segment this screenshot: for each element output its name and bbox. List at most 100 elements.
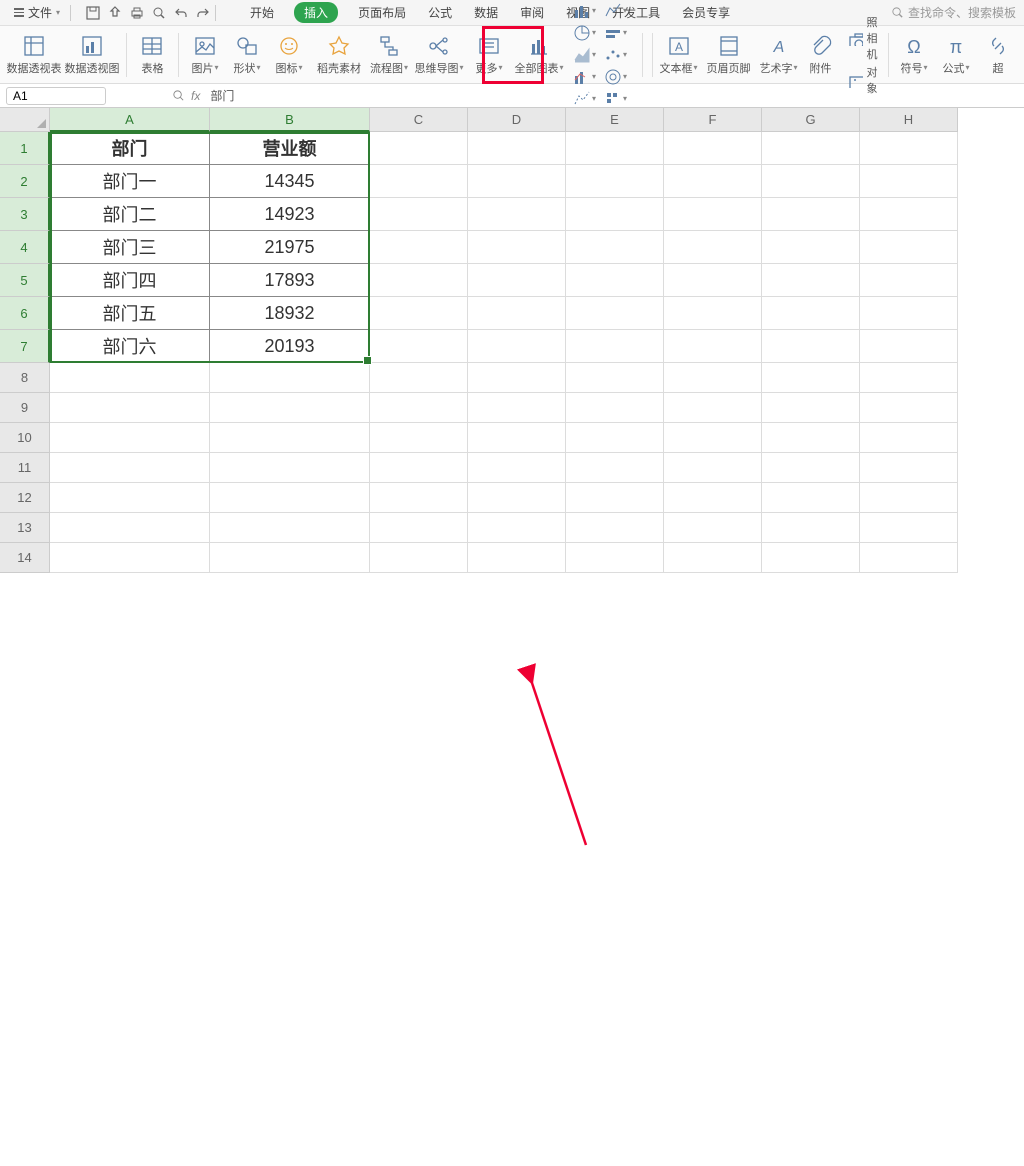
fx-label[interactable]: fx: [191, 89, 200, 103]
cell-E13[interactable]: [566, 513, 664, 543]
cell-B8[interactable]: [210, 363, 370, 393]
ribbon-mindmap[interactable]: 思维导图▾: [411, 32, 467, 78]
chart-type-9[interactable]: ▾: [604, 90, 627, 108]
chart-type-6[interactable]: ▾: [573, 68, 596, 86]
cell-A3[interactable]: 部门二: [50, 198, 210, 231]
redo-icon[interactable]: [195, 5, 211, 21]
tab-8[interactable]: 会员专享: [680, 2, 732, 23]
row-header-6[interactable]: 6: [0, 297, 50, 330]
ribbon-attachment[interactable]: 附件: [801, 32, 841, 78]
col-header-A[interactable]: A: [50, 108, 210, 132]
ribbon-picture[interactable]: 图片▾: [185, 32, 225, 78]
cell-H3[interactable]: [860, 198, 958, 231]
chart-type-2[interactable]: ▾: [573, 24, 596, 42]
cell-A12[interactable]: [50, 483, 210, 513]
cell-D7[interactable]: [468, 330, 566, 363]
ribbon-hyperlink[interactable]: 超: [978, 32, 1018, 78]
cell-D14[interactable]: [468, 543, 566, 573]
search-area[interactable]: 查找命令、搜索模板: [891, 4, 1016, 21]
cell-G2[interactable]: [762, 165, 860, 198]
cell-H1[interactable]: [860, 132, 958, 165]
ribbon-flowchart[interactable]: 流程图▾: [369, 32, 409, 78]
cell-F8[interactable]: [664, 363, 762, 393]
cell-H12[interactable]: [860, 483, 958, 513]
row-header-3[interactable]: 3: [0, 198, 50, 231]
save-as-icon[interactable]: [107, 5, 123, 21]
col-header-D[interactable]: D: [468, 108, 566, 132]
cell-B3[interactable]: 14923: [210, 198, 370, 231]
chart-type-4[interactable]: ▾: [573, 46, 596, 64]
ribbon-pivot-chart[interactable]: 数据透视图: [64, 32, 120, 78]
cell-D2[interactable]: [468, 165, 566, 198]
col-header-E[interactable]: E: [566, 108, 664, 132]
cell-B1[interactable]: 营业额: [210, 132, 370, 165]
print-preview-icon[interactable]: [151, 5, 167, 21]
zoom-icon[interactable]: [172, 89, 185, 102]
ribbon-allcharts[interactable]: 全部图表▾: [511, 32, 567, 78]
cell-F1[interactable]: [664, 132, 762, 165]
cell-D4[interactable]: [468, 231, 566, 264]
tab-1[interactable]: 插入: [294, 2, 338, 23]
row-header-11[interactable]: 11: [0, 453, 50, 483]
cell-B10[interactable]: [210, 423, 370, 453]
tab-3[interactable]: 公式: [426, 2, 454, 23]
formula-input[interactable]: 部门: [210, 87, 234, 104]
col-header-F[interactable]: F: [664, 108, 762, 132]
cell-G5[interactable]: [762, 264, 860, 297]
cell-F3[interactable]: [664, 198, 762, 231]
cell-G11[interactable]: [762, 453, 860, 483]
cell-E6[interactable]: [566, 297, 664, 330]
cell-C12[interactable]: [370, 483, 468, 513]
cell-H2[interactable]: [860, 165, 958, 198]
cell-C7[interactable]: [370, 330, 468, 363]
cell-C9[interactable]: [370, 393, 468, 423]
cell-D1[interactable]: [468, 132, 566, 165]
row-header-8[interactable]: 8: [0, 363, 50, 393]
cell-H14[interactable]: [860, 543, 958, 573]
tab-2[interactable]: 页面布局: [356, 2, 408, 23]
cell-A7[interactable]: 部门六: [50, 330, 210, 363]
cell-C10[interactable]: [370, 423, 468, 453]
cell-E10[interactable]: [566, 423, 664, 453]
cell-G10[interactable]: [762, 423, 860, 453]
cell-G3[interactable]: [762, 198, 860, 231]
chart-type-0[interactable]: ▾: [573, 2, 596, 20]
row-header-12[interactable]: 12: [0, 483, 50, 513]
row-header-9[interactable]: 9: [0, 393, 50, 423]
cell-D11[interactable]: [468, 453, 566, 483]
file-menu[interactable]: 文件 ▾: [8, 2, 66, 23]
ribbon-more[interactable]: 更多▾: [469, 32, 509, 78]
col-header-G[interactable]: G: [762, 108, 860, 132]
cell-G4[interactable]: [762, 231, 860, 264]
cell-G8[interactable]: [762, 363, 860, 393]
cell-C2[interactable]: [370, 165, 468, 198]
cell-E7[interactable]: [566, 330, 664, 363]
cell-G14[interactable]: [762, 543, 860, 573]
ribbon-headerfooter[interactable]: 页眉页脚: [701, 32, 757, 78]
cell-H7[interactable]: [860, 330, 958, 363]
cell-D10[interactable]: [468, 423, 566, 453]
cell-E2[interactable]: [566, 165, 664, 198]
cell-C6[interactable]: [370, 297, 468, 330]
ribbon-icons[interactable]: 图标▾: [269, 32, 309, 78]
row-header-14[interactable]: 14: [0, 543, 50, 573]
cell-G7[interactable]: [762, 330, 860, 363]
cell-E8[interactable]: [566, 363, 664, 393]
row-header-13[interactable]: 13: [0, 513, 50, 543]
ribbon-docer[interactable]: 稻壳素材: [311, 32, 367, 78]
ribbon-camera[interactable]: 照相机: [847, 14, 878, 62]
cell-E11[interactable]: [566, 453, 664, 483]
cell-G1[interactable]: [762, 132, 860, 165]
save-icon[interactable]: [85, 5, 101, 21]
cell-C8[interactable]: [370, 363, 468, 393]
cell-C1[interactable]: [370, 132, 468, 165]
cell-H10[interactable]: [860, 423, 958, 453]
cell-H5[interactable]: [860, 264, 958, 297]
cell-E3[interactable]: [566, 198, 664, 231]
cell-B11[interactable]: [210, 453, 370, 483]
cell-G9[interactable]: [762, 393, 860, 423]
cell-B5[interactable]: 17893: [210, 264, 370, 297]
cell-A14[interactable]: [50, 543, 210, 573]
cell-F14[interactable]: [664, 543, 762, 573]
cell-G6[interactable]: [762, 297, 860, 330]
